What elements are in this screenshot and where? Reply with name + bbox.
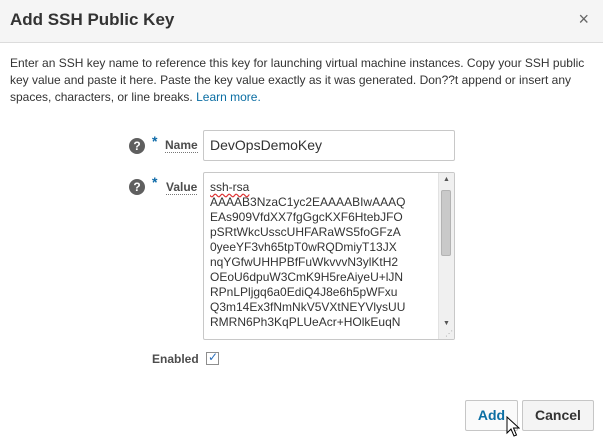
- name-required-icon: *: [152, 133, 158, 149]
- value-help-icon[interactable]: ?: [129, 179, 145, 195]
- description-text: Enter an SSH key name to reference this …: [10, 56, 585, 104]
- scroll-up-icon[interactable]: ▲: [439, 173, 454, 187]
- dialog-title: Add SSH Public Key: [10, 10, 175, 29]
- enabled-checkbox[interactable]: ✓: [206, 350, 219, 365]
- dialog-description: Enter an SSH key name to reference this …: [10, 55, 600, 106]
- scrollbar-thumb[interactable]: [441, 190, 451, 256]
- value-text[interactable]: ssh-rsa AAAAB3NzaC1yc2EAAAABIwAAAQ EAs90…: [210, 180, 438, 330]
- mouse-pointer-icon: [506, 416, 520, 437]
- value-scrollbar[interactable]: ▲ ▼: [438, 173, 454, 339]
- value-label: Value: [166, 180, 198, 195]
- enabled-label: Enabled: [152, 352, 199, 366]
- learn-more-link[interactable]: Learn more.: [196, 90, 261, 104]
- value-textarea[interactable]: ssh-rsa AAAAB3NzaC1yc2EAAAABIwAAAQ EAs90…: [203, 172, 455, 340]
- value-key-body: AAAAB3NzaC1yc2EAAAABIwAAAQ EAs909VfdXX7f…: [210, 195, 406, 329]
- name-input[interactable]: DevOpsDemoKey: [203, 130, 455, 161]
- cancel-button[interactable]: Cancel: [522, 400, 594, 431]
- name-label: Name: [165, 138, 198, 153]
- name-help-icon[interactable]: ?: [129, 138, 145, 154]
- close-icon[interactable]: ×: [578, 9, 589, 29]
- value-required-icon: *: [152, 174, 158, 190]
- dialog-header: Add SSH Public Key ×: [0, 0, 603, 43]
- resize-grip-icon[interactable]: ⋰: [445, 330, 453, 338]
- value-first-line: ssh-rsa: [210, 180, 250, 194]
- checkmark-icon: ✓: [208, 350, 219, 364]
